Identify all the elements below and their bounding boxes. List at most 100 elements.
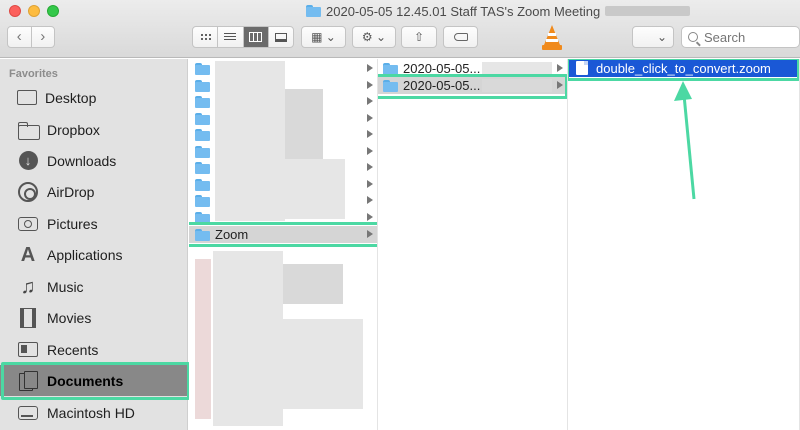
disclosure-arrow-icon [367,97,373,105]
sidebar-item-macintosh-hd[interactable]: Macintosh HD [0,397,188,428]
disclosure-arrow-icon [367,163,373,171]
zoom-window-button[interactable] [47,5,59,17]
icon-view-button[interactable] [193,27,217,47]
folder-icon [306,5,321,17]
group-by-button[interactable]: ▦ ⌄ [301,26,346,48]
desktop-icon [17,90,37,105]
redacted-content [482,62,552,74]
folder-icon [195,178,210,191]
list-icon [224,32,237,42]
search-input[interactable] [704,29,784,45]
minimize-window-button[interactable] [28,5,40,17]
action-menu-button[interactable]: ⚙ ⌄ [352,26,396,48]
sidebar-item-label: Music [47,278,84,295]
list-view-button[interactable] [217,27,242,47]
sidebar-item-movies[interactable]: Movies [0,302,188,333]
document-icon [576,61,588,75]
folder-icon [195,95,210,108]
column-view-button[interactable] [242,27,268,47]
sidebar-item-label: AirDrop [47,183,95,200]
redacted-content [215,61,285,221]
sidebar-item-label: Desktop [45,89,97,106]
disclosure-arrow-icon [367,64,373,72]
sidebar-item-pictures[interactable]: Pictures [0,208,188,239]
tag-icon [453,33,468,41]
recents-icon [18,342,38,357]
sidebar-item-desktop[interactable]: Desktop [0,82,188,113]
toolbar: 2020-05-05 12.45.01 Staff TAS's Zoom Mee… [0,0,800,58]
gallery-view-button[interactable] [267,27,293,47]
columns-icon [249,32,263,42]
column-documents: Zoom [189,59,378,430]
disclosure-arrow-icon [367,81,373,89]
folder-icon [195,228,210,241]
sidebar-item-downloads[interactable]: ↓ Downloads [0,145,188,176]
documents-icon [19,370,38,391]
sidebar-item-music[interactable]: ♫ Music [0,271,188,302]
disclosure-arrow-icon [367,114,373,122]
hard-drive-icon [18,405,38,420]
music-icon: ♫ [20,275,36,298]
download-icon: ↓ [18,151,38,170]
gallery-icon [274,32,287,42]
sidebar-section-header: Favorites [9,68,58,80]
view-mode-selector [192,26,294,48]
share-button[interactable]: ⇧ [401,26,437,48]
redacted-content [482,79,552,92]
movies-icon [20,307,36,328]
folder-icon [383,62,398,75]
tag-button[interactable] [443,26,478,48]
folder-name: 2020-05-05... [403,61,481,76]
sidebar-item-dropbox[interactable]: Dropbox [0,114,188,145]
annotation-arrow-icon [674,81,696,200]
folder-icon [195,112,210,125]
sidebar-item-recents[interactable]: Recents [0,334,188,365]
search-field[interactable] [681,26,800,48]
disclosure-arrow-icon [367,180,373,188]
disclosure-arrow-icon [367,147,373,155]
redacted-content [283,319,363,409]
redacted-content [283,264,343,304]
forward-button[interactable]: › [30,27,55,47]
redacted-content [213,251,283,426]
sidebar-item-documents[interactable]: Documents [0,365,188,396]
sidebar: Favorites Desktop Dropbox ↓ Downloads Ai… [0,59,190,430]
folder-icon [18,121,40,140]
list-item-zoom-folder[interactable]: Zoom [189,226,377,243]
folder-icon [195,194,210,207]
sidebar-item-label: Dropbox [47,121,100,138]
disclosure-arrow-icon [557,64,563,72]
back-button[interactable]: ‹ [8,27,31,47]
disclosure-arrow-icon [367,196,373,204]
sidebar-item-airdrop[interactable]: AirDrop [0,176,188,207]
search-icon [688,32,698,42]
folder-icon [195,211,210,224]
sidebar-item-label: Downloads [47,152,117,169]
redacted-content [195,259,211,419]
sidebar-item-label: Macintosh HD [47,404,135,421]
redacted-content [285,89,323,159]
folder-icon [383,79,398,92]
airdrop-icon [18,181,38,202]
applications-icon: A [20,243,36,266]
folder-icon [195,128,210,141]
disclosure-arrow-icon [557,81,563,89]
icon-grid-icon [199,32,211,42]
folder-name: Zoom [215,227,249,242]
column-zoom: 2020-05-05... 2020-05-05... [378,59,568,430]
column-files: double_click_to_convert.zoom [568,59,800,430]
folder-icon [195,62,210,75]
disclosure-arrow-icon [367,230,373,238]
sidebar-item-label: Documents [47,372,124,389]
window-title: 2020-05-05 12.45.01 Staff TAS's Zoom Mee… [306,3,691,19]
sidebar-item-applications[interactable]: A Applications [0,239,188,270]
vlc-icon[interactable] [542,25,562,50]
folder-icon [195,79,210,92]
sidebar-item-label: Movies [47,309,92,326]
file-item-selected[interactable]: double_click_to_convert.zoom [568,59,799,77]
close-window-button[interactable] [9,5,21,17]
dropdown-button[interactable]: ⌄ [632,26,674,48]
sidebar-item-label: Pictures [47,215,98,232]
folder-name: 2020-05-05... [403,78,481,93]
back-forward-buttons: ‹ › [7,26,55,48]
